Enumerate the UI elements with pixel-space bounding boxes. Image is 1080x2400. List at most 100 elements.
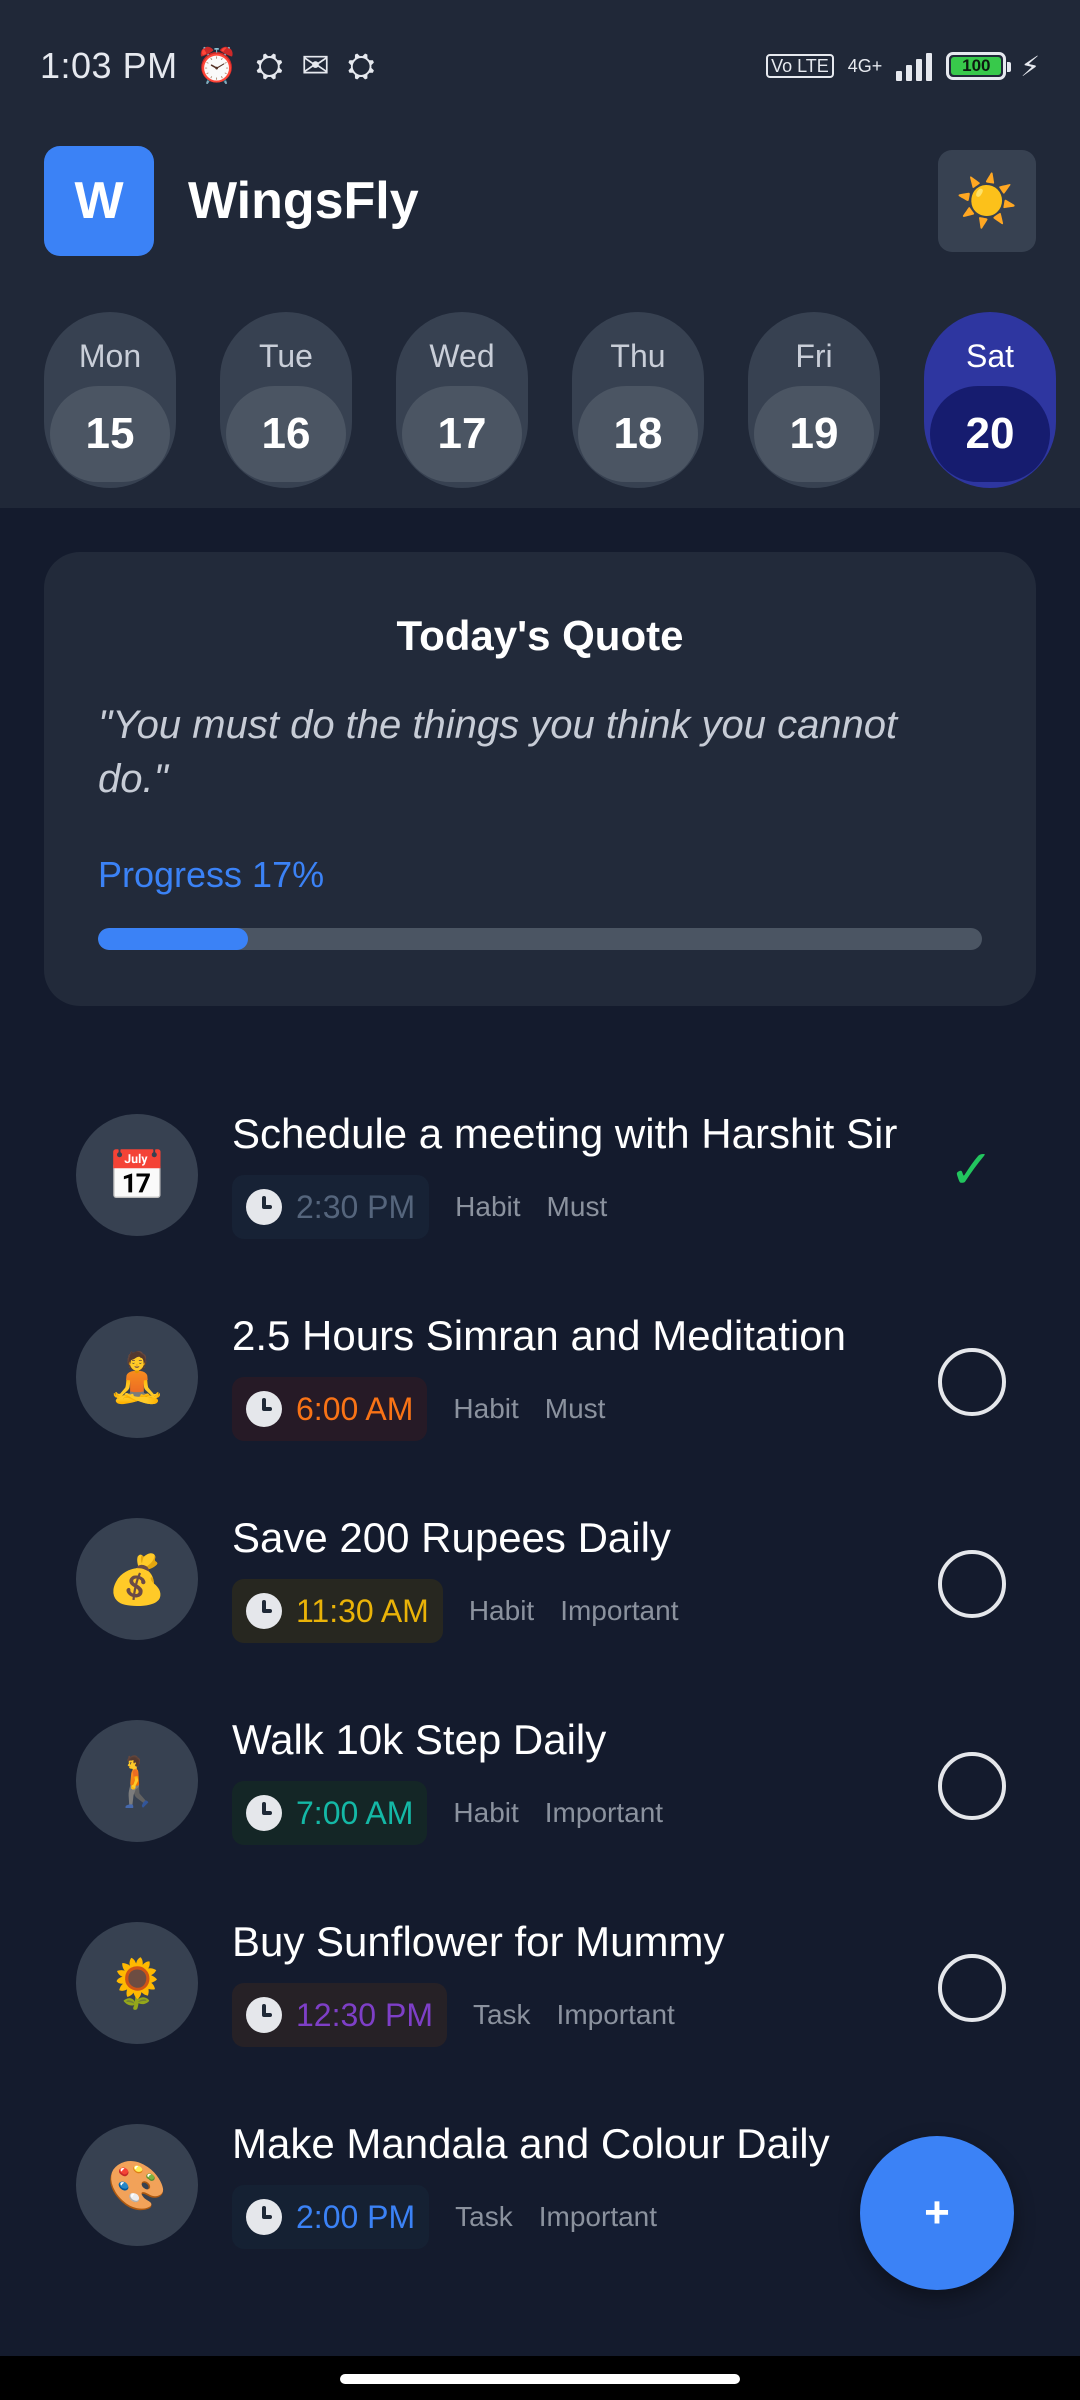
task-item[interactable]: 💰 Save 200 Rupees Daily 11:30 AM Habit Impor… (76, 1514, 1006, 1644)
quote-card: Today's Quote "You must do the things yo… (44, 552, 1036, 1006)
day-tue[interactable]: Tue 16 (220, 312, 352, 488)
network-type: 4G+ (847, 56, 883, 76)
time-pill: 2:30 PM (232, 1175, 430, 1239)
clock-icon (246, 1795, 282, 1831)
checkmark-icon[interactable]: ✓ (949, 1138, 994, 1201)
task-tag: Habit (455, 1191, 521, 1222)
task-tag: Important (544, 1797, 664, 1828)
task-time: 7:00 AM (296, 1794, 414, 1831)
volte-icon: Vo LTE (766, 54, 834, 78)
day-name: Mon (78, 338, 142, 374)
task-tag: Habit (453, 1393, 519, 1424)
task-tag: Important (560, 1595, 679, 1626)
clock-icon (246, 1189, 282, 1225)
day-number: 19 (754, 386, 874, 482)
task-tag: Must (546, 1191, 608, 1222)
status-time: 1:03 PM (40, 45, 178, 86)
complete-checkbox[interactable] (938, 1954, 1006, 2022)
complete-checkbox[interactable] (938, 1348, 1006, 1416)
progress-label: Progress 17% (98, 854, 325, 895)
signal-icon (896, 51, 933, 81)
day-mon[interactable]: Mon 15 (44, 312, 176, 488)
day-name: Tue (259, 338, 313, 374)
day-name: Fri (795, 338, 833, 374)
day-selector: Mon 15 Tue 16 Wed 17 Thu 18 Fri 19 Sat 20 (44, 312, 1056, 488)
sunflower-icon: 🌻 (76, 1922, 198, 2044)
battery-level: 100 (962, 56, 991, 75)
task-item[interactable]: 🌻 Buy Sunflower for Mummy 12:30 PM Task Impo… (76, 1918, 1006, 2048)
screen: 1:03 PM ⏰ ⛭ ✉ ⛭ Vo LTE 4G+ 100 ⚡ W Wings… (0, 0, 1080, 2400)
time-pill: 7:00 AM (232, 1781, 428, 1845)
task-tag: Task (472, 1999, 531, 2030)
clock-icon (246, 2199, 282, 2235)
day-number: 17 (402, 386, 522, 482)
time-pill: 6:00 AM (232, 1377, 428, 1441)
message-icon: ✉ (301, 47, 330, 85)
app-title: WingsFly (188, 172, 419, 230)
battery-icon: 100 (946, 52, 1012, 80)
day-wed[interactable]: Wed 17 (396, 312, 528, 488)
task-time: 2:30 PM (296, 1188, 416, 1225)
task-title: 2.5 Hours Simran and Meditation (232, 1312, 846, 1359)
task-title: Buy Sunflower for Mummy (232, 1918, 725, 1965)
task-time: 12:30 PM (296, 1996, 433, 2033)
add-task-button[interactable]: + (860, 2136, 1014, 2290)
task-tag: Habit (468, 1595, 535, 1626)
task-tag: Important (538, 2201, 658, 2232)
day-number: 18 (578, 386, 698, 482)
clock-icon (246, 1593, 282, 1629)
task-title: Save 200 Rupees Daily (232, 1514, 671, 1561)
progress-bar (98, 928, 982, 950)
complete-checkbox[interactable] (938, 1752, 1006, 1820)
palette-icon: 🎨 (76, 2124, 198, 2246)
time-pill: 11:30 AM (232, 1579, 443, 1643)
task-tag: Must (544, 1393, 606, 1424)
complete-checkbox[interactable] (938, 1550, 1006, 1618)
task-item[interactable]: 🚶 Walk 10k Step Daily 7:00 AM Habit Importan… (76, 1716, 1006, 1846)
time-pill: 12:30 PM (232, 1983, 447, 2047)
task-meta: 2:30 PM Habit Must (232, 1174, 607, 1240)
task-time: 11:30 AM (296, 1592, 429, 1629)
task-item[interactable]: 📅 Schedule a meeting with Harshit Sir 2:30… (76, 1110, 1006, 1240)
day-number: 20 (930, 386, 1050, 482)
task-meta: 6:00 AM Habit Must (232, 1376, 605, 1442)
calendar-icon: 📅 (76, 1114, 198, 1236)
task-item[interactable]: 🧘 2.5 Hours Simran and Meditation 6:00 AM H… (76, 1312, 1006, 1442)
task-title: Make Mandala and Colour Daily (232, 2120, 830, 2167)
task-meta: 11:30 AM Habit Important (232, 1578, 678, 1644)
time-pill: 2:00 PM (232, 2185, 430, 2249)
clock-icon (246, 1391, 282, 1427)
charging-icon: ⚡ (1020, 50, 1040, 82)
task-meta: 12:30 PM Task Important (232, 1982, 675, 2048)
task-meta: 2:00 PM Task Important (232, 2184, 657, 2250)
app-icon: ⛭ (347, 47, 375, 85)
day-fri[interactable]: Fri 19 (748, 312, 880, 488)
task-title: Walk 10k Step Daily (232, 1716, 607, 1763)
task-tag: Important (556, 1999, 675, 2030)
app-header: W WingsFly ☀️ (44, 146, 1036, 256)
app-logo: W (44, 146, 154, 256)
task-time: 6:00 AM (296, 1390, 414, 1427)
alarm-icon: ⏰ (195, 47, 238, 85)
plus-icon: + (924, 2188, 950, 2237)
home-indicator[interactable] (340, 2374, 740, 2384)
day-sat[interactable]: Sat 20 (924, 312, 1056, 488)
progress-fill (98, 928, 249, 950)
status-bar: 1:03 PM ⏰ ⛭ ✉ ⛭ Vo LTE 4G+ 100 ⚡ (40, 38, 1040, 94)
day-name: Sat (965, 338, 1015, 374)
task-tag: Habit (453, 1797, 519, 1828)
meditation-icon: 🧘 (76, 1316, 198, 1438)
header-area: 1:03 PM ⏰ ⛭ ✉ ⛭ Vo LTE 4G+ 100 ⚡ W Wings… (0, 0, 1080, 508)
task-title: Schedule a meeting with Harshit Sir (232, 1110, 898, 1157)
money-bag-icon: 💰 (76, 1518, 198, 1640)
day-number: 16 (226, 386, 346, 482)
theme-toggle-button[interactable]: ☀️ (938, 150, 1036, 252)
task-time: 2:00 PM (296, 2198, 416, 2235)
day-number: 15 (50, 386, 170, 482)
walking-icon: 🚶 (76, 1720, 198, 1842)
day-thu[interactable]: Thu 18 (572, 312, 704, 488)
quote-text: "You must do the things you think you ca… (98, 703, 898, 801)
day-name: Thu (610, 338, 666, 374)
task-tag: Task (455, 2201, 513, 2232)
clock-icon (246, 1997, 282, 2033)
